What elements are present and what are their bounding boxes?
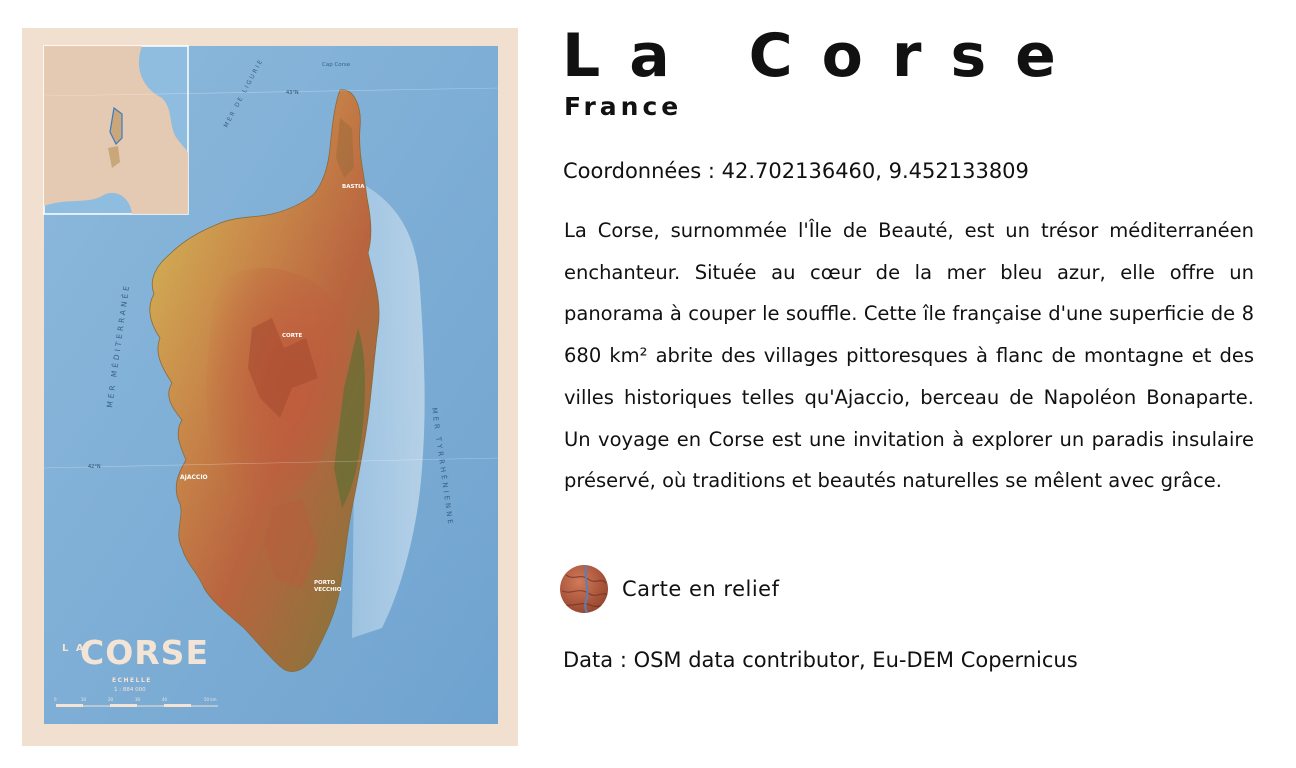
poster-title: CORSE [80, 633, 209, 672]
city-ajaccio-label: AJACCIO [180, 474, 208, 481]
city-corte-label: CORTE [282, 333, 302, 339]
poster-scale-value: 1 : 884 000 [114, 687, 146, 693]
scale-tick: 50 km [204, 697, 217, 702]
poster-scale-label: ECHELLE [112, 677, 152, 684]
page-title: La Corse [562, 21, 1085, 91]
scale-tick: 10 [81, 697, 87, 702]
inset-map [43, 45, 189, 215]
city-bastia-label: BASTIA [342, 184, 365, 190]
cap-corse-label: Cap Corse [322, 62, 351, 68]
page-subtitle: France [564, 92, 683, 121]
scale-tick: 30 [135, 697, 141, 702]
data-credits: Data : OSM data contributor, Eu-DEM Cope… [563, 648, 1078, 672]
relief-map-poster: MER MÉDITERRANÉE MER TYRRHÉNIENNE MER DE… [22, 28, 518, 746]
relief-item[interactable]: Carte en relief [560, 564, 779, 614]
scale-tick: 20 [108, 697, 114, 702]
corsica-relief-map: MER MÉDITERRANÉE MER TYRRHÉNIENNE MER DE… [43, 45, 499, 724]
latitude-43-label: 43°N [286, 90, 299, 96]
coordinates-text: Coordonnées : 42.702136460, 9.452133809 [563, 159, 1029, 183]
relief-map-thumbnail-icon [560, 565, 608, 613]
city-porto-vecchio-label: PORTO [314, 580, 335, 586]
scale-tick: 40 [162, 697, 168, 702]
description-paragraph: La Corse, surnommée l'Île de Beauté, est… [564, 219, 1254, 493]
city-porto-vecchio-label-2: VECCHIO [314, 587, 342, 593]
relief-label: Carte en relief [622, 577, 780, 601]
latitude-42-label: 42°N [88, 464, 101, 470]
